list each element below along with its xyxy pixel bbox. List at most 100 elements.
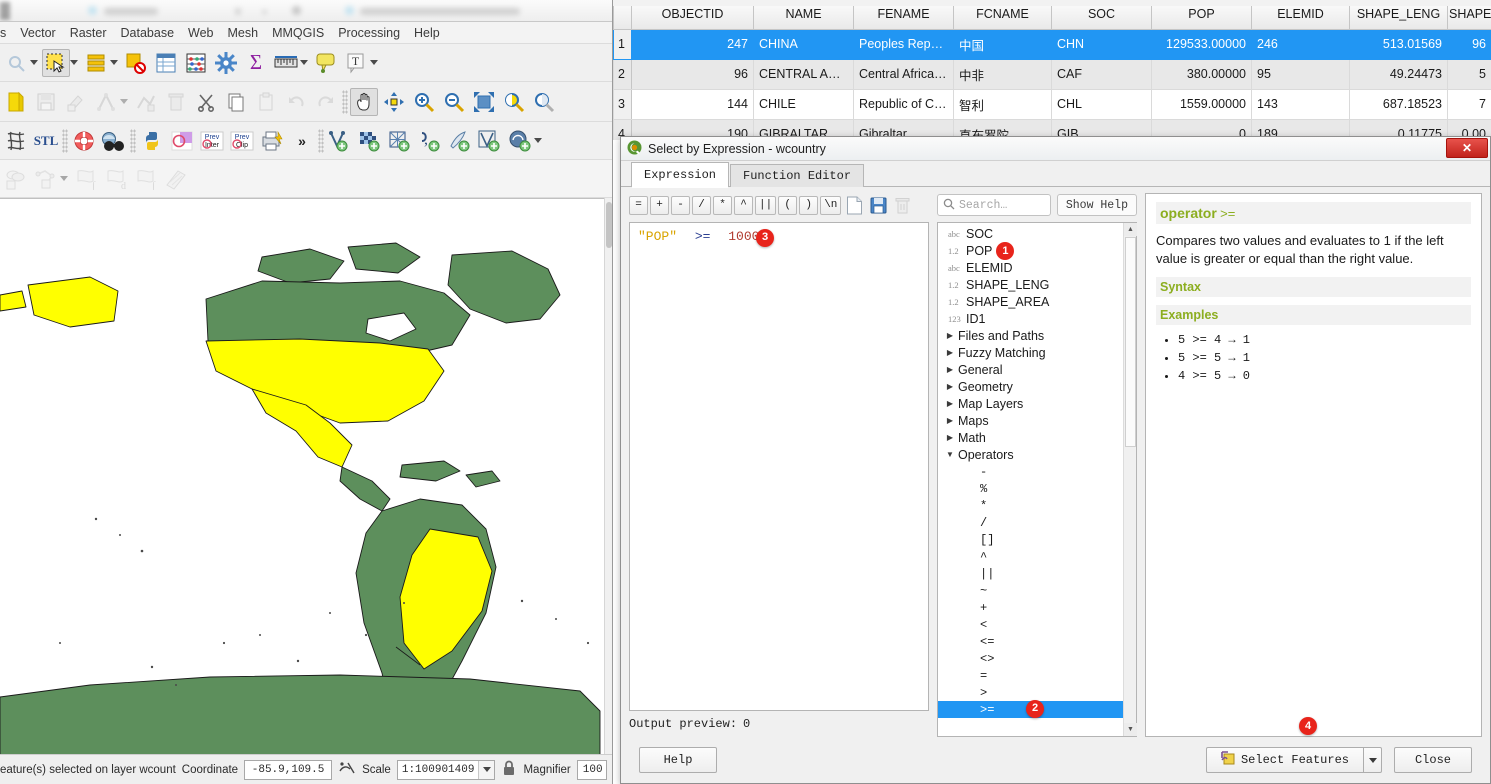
tree-operator-minus[interactable]: - [938, 463, 1123, 480]
expression-input[interactable]: "POP" >= 10000 3 [629, 222, 929, 711]
plugins-drag-handle-2[interactable] [130, 128, 136, 153]
binoculars-plugin-icon[interactable] [100, 127, 128, 155]
tree-group-fuzzy-matching[interactable]: ▶ Fuzzy Matching [938, 344, 1123, 361]
measure-dropdown-icon[interactable] [300, 60, 308, 65]
add-wfs-layer-icon[interactable] [476, 127, 504, 155]
add-raster-layer-icon[interactable] [356, 127, 384, 155]
tree-operator-greater-equal[interactable]: >= 2 [938, 700, 1123, 718]
delete-selected-icon[interactable] [162, 88, 190, 116]
zoom-in-icon[interactable] [410, 88, 438, 116]
op-button-multiply[interactable]: * [713, 195, 732, 215]
show-help-button[interactable]: Show Help [1056, 194, 1137, 216]
toolbar-drag-handle[interactable] [342, 89, 348, 114]
deselect-features-icon[interactable] [122, 49, 150, 77]
cell-objectid[interactable]: 144 [631, 88, 754, 120]
select-by-expression-icon[interactable] [82, 49, 110, 77]
add-vector-layer-icon[interactable] [326, 127, 354, 155]
plugins-drag-handle-1[interactable] [62, 128, 68, 153]
map-canvas[interactable] [0, 198, 605, 754]
new-expression-file-icon[interactable] [843, 194, 865, 216]
row-number[interactable]: 3 [613, 88, 632, 120]
tree-vertical-scrollbar[interactable]: ▲ ▼ [1123, 223, 1137, 736]
current-edits-icon[interactable] [2, 88, 30, 116]
cell-shape[interactable]: 96 [1447, 28, 1491, 60]
tree-operator-not-equal[interactable]: <> [938, 650, 1123, 667]
tree-operator-plus[interactable]: + [938, 599, 1123, 616]
tree-operator-less-equal[interactable]: <= [938, 633, 1123, 650]
close-button[interactable]: Close [1394, 747, 1472, 773]
profile-tool-icon[interactable] [162, 165, 190, 193]
table-row[interactable]: 3 144 CHILE Republic of C… 智利 CHL 1559.0… [613, 88, 1491, 120]
copy-features-icon[interactable] [222, 88, 250, 116]
lifesaver-plugin-icon[interactable] [70, 127, 98, 155]
tree-operator-power[interactable]: ^ [938, 548, 1123, 565]
tree-group-map-layers[interactable]: ▶ Map Layers [938, 395, 1123, 412]
cell-pop[interactable]: 380.00000 [1151, 58, 1252, 90]
row-number[interactable]: 1 [613, 28, 632, 60]
cell-soc[interactable]: CAF [1051, 58, 1152, 90]
tree-operator-divide[interactable]: / [938, 514, 1123, 531]
cell-pop[interactable]: 129533.00000 [1151, 28, 1252, 60]
tree-field-pop[interactable]: 1.2 POP 1 [938, 241, 1123, 260]
new-text-annotation-icon[interactable]: T [342, 49, 370, 77]
menu-item-truncated[interactable]: s [0, 24, 13, 42]
integral-tool-3-icon[interactable]: ∫ [132, 165, 160, 193]
zoom-to-selection-icon[interactable] [500, 88, 528, 116]
tree-operator-modulo[interactable]: % [938, 480, 1123, 497]
overlay-tool-icon[interactable] [2, 165, 30, 193]
menu-item-raster[interactable]: Raster [63, 24, 114, 42]
scroll-down-icon[interactable]: ▼ [1124, 723, 1137, 736]
tree-operator-concat[interactable]: || [938, 565, 1123, 582]
redo-icon[interactable] [312, 88, 340, 116]
identify-dropdown-icon[interactable] [30, 60, 38, 65]
select-features-dropdown-icon[interactable] [1364, 747, 1382, 773]
map-tips-icon[interactable] [312, 49, 340, 77]
tree-field-elemid[interactable]: abc ELEMID [938, 259, 1123, 276]
map-scrollbar-thumb[interactable] [606, 202, 612, 248]
tree-scrollbar-thumb[interactable] [1125, 237, 1136, 447]
cell-soc[interactable]: CHN [1051, 28, 1152, 60]
pan-to-selection-icon[interactable] [380, 88, 408, 116]
zoom-out-icon[interactable] [440, 88, 468, 116]
add-delimited-text-layer-icon[interactable]: , [416, 127, 444, 155]
identify-features-icon[interactable] [2, 49, 30, 77]
tree-operator-greater[interactable]: > [938, 684, 1123, 701]
menu-item-vector[interactable]: Vector [13, 24, 62, 42]
preview-clip-icon[interactable]: Prev Clip [228, 127, 256, 155]
add-layer-dropdown-icon[interactable] [534, 138, 542, 143]
tab-expression[interactable]: Expression [631, 162, 730, 188]
preview-inter-icon[interactable]: Prev Inter [198, 127, 226, 155]
cell-name[interactable]: CHINA [753, 28, 854, 60]
cell-objectid[interactable]: 247 [631, 28, 754, 60]
cell-fename[interactable]: Republic of C… [853, 88, 954, 120]
toggle-extents-icon[interactable] [338, 759, 356, 780]
tree-group-operators[interactable]: ▼ Operators [938, 446, 1123, 463]
op-button-close-paren[interactable]: ) [799, 195, 819, 215]
paste-features-icon[interactable] [252, 88, 280, 116]
cell-fcname[interactable]: 中国 [953, 28, 1052, 60]
pan-map-hand-icon[interactable] [350, 87, 378, 116]
zoom-full-extent-icon[interactable] [470, 88, 498, 116]
measure-line-icon[interactable] [272, 49, 300, 77]
cell-elemid[interactable]: 95 [1251, 58, 1350, 90]
op-button-newline[interactable]: \n [820, 195, 842, 215]
menu-item-processing[interactable]: Processing [331, 24, 407, 42]
cell-name[interactable]: CENTRAL AFR… [753, 58, 854, 90]
cell-pop[interactable]: 1559.00000 [1151, 88, 1252, 120]
plugins-drag-handle-3[interactable] [318, 128, 324, 153]
scroll-up-icon[interactable]: ▲ [1124, 223, 1137, 236]
preview-circle-icon[interactable] [168, 127, 196, 155]
op-button-plus[interactable]: + [650, 195, 669, 215]
scale-combo[interactable]: 1:100901409 [396, 759, 496, 780]
cell-shape-leng[interactable]: 513.01569 [1349, 28, 1448, 60]
open-attribute-table-icon[interactable] [152, 49, 180, 77]
sum-statistics-icon[interactable]: Σ [242, 49, 270, 77]
cell-fename[interactable]: Peoples Repu… [853, 28, 954, 60]
tree-group-math[interactable]: ▶ Math [938, 429, 1123, 446]
add-mesh-layer-icon[interactable] [386, 127, 414, 155]
tree-operator-equal[interactable]: = [938, 667, 1123, 684]
cell-soc[interactable]: CHL [1051, 88, 1152, 120]
row-number[interactable]: 2 [613, 58, 632, 90]
field-calculator-gear-icon[interactable] [212, 49, 240, 77]
scale-dropdown-icon[interactable] [478, 760, 495, 779]
